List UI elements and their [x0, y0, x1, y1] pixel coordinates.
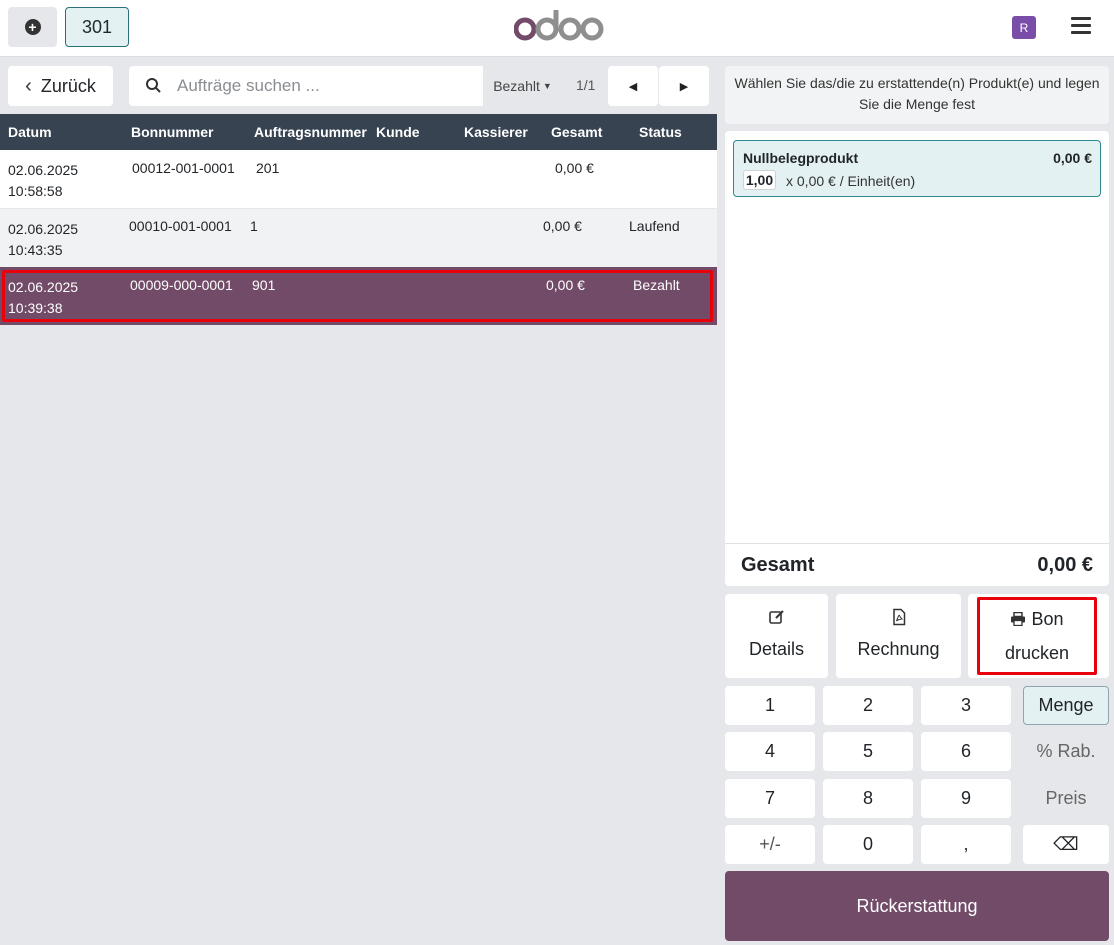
back-label: Zurück [40, 75, 96, 96]
selected-row-highlight [2, 270, 713, 322]
row-total: 0,00 € [555, 160, 594, 176]
numpad-key-0[interactable]: 0 [823, 825, 913, 864]
row-status: Laufend [629, 218, 680, 234]
table-row[interactable]: 02.06.2025 10:58:58 00012-001-0001 201 0,… [0, 150, 717, 208]
numpad-key-9[interactable]: 9 [921, 779, 1011, 818]
orders-table-header: Datum Bonnummer Auftragsnummer Kunde Kas… [0, 114, 717, 150]
details-button[interactable]: Details [725, 594, 828, 678]
filter-label: Bezahlt [493, 78, 540, 94]
details-label: Details [748, 639, 805, 659]
prev-page-button[interactable]: ◀ [608, 66, 658, 106]
row-order: 1 [250, 218, 258, 234]
numpad-key-8[interactable]: 8 [823, 779, 913, 818]
new-order-button[interactable]: + [8, 7, 57, 47]
row-receipt: 00010-001-0001 [129, 218, 232, 234]
numpad-key-2[interactable]: 2 [823, 686, 913, 725]
header-total: Gesamt [551, 124, 603, 140]
print-label-line2: drucken [1004, 643, 1070, 663]
invoice-label: Rechnung [857, 639, 940, 659]
odoo-logo [514, 10, 604, 41]
top-bar: + 301 R [0, 0, 1114, 57]
refund-order-panel: Nullbelegprodukt 0,00 € 1,00 x 0,00 € / … [725, 131, 1109, 586]
line-quantity: 1,00 [743, 170, 776, 190]
row-datetime: 02.06.2025 10:58:58 [8, 162, 79, 199]
total-label: Gesamt [741, 554, 815, 576]
refund-button[interactable]: Rückerstattung [725, 871, 1109, 941]
header-date: Datum [8, 124, 52, 140]
next-page-button[interactable]: ▶ [659, 66, 709, 106]
total-row: Gesamt 0,00 € [725, 543, 1109, 586]
print-icon [1011, 611, 1026, 627]
print-label-line1: Bon [1031, 609, 1064, 629]
back-button[interactable]: ‹ Zurück [8, 66, 113, 106]
mode-quantity-button[interactable]: Menge [1023, 686, 1109, 725]
refund-instructions: Wählen Sie das/die zu erstattende(n) Pro… [725, 66, 1109, 124]
plus-icon: + [24, 19, 41, 35]
mode-discount-button[interactable]: % Rab. [1023, 732, 1109, 771]
pdf-file-icon [892, 608, 905, 626]
header-receipt: Bonnummer [131, 124, 214, 140]
total-value: 0,00 € [1037, 554, 1093, 576]
chevron-left-icon: ‹ [25, 74, 32, 97]
caret-down-icon: ▼ [542, 81, 552, 91]
header-status: Status [639, 124, 682, 140]
pager-text: 1/1 [576, 77, 596, 93]
numpad-key-plus-minus[interactable]: +/- [725, 825, 815, 864]
invoice-button[interactable]: Rechnung [836, 594, 961, 678]
backspace-icon[interactable]: ⌫ [1023, 825, 1109, 864]
line-unit-price: x 0,00 € / Einheit(en) [786, 173, 916, 189]
numpad-key-comma[interactable]: , [921, 825, 1011, 864]
numpad-key-4[interactable]: 4 [725, 732, 815, 771]
order-tab-button[interactable]: 301 [65, 7, 129, 47]
user-avatar[interactable]: R [1012, 16, 1036, 39]
order-line[interactable]: Nullbelegprodukt 0,00 € 1,00 x 0,00 € / … [733, 140, 1101, 197]
row-receipt: 00012-001-0001 [132, 160, 235, 176]
menu-icon[interactable] [1071, 17, 1091, 35]
print-receipt-button[interactable]: Bon drucken [977, 597, 1097, 675]
status-filter-dropdown[interactable]: Bezahlt ▼ [483, 66, 562, 106]
row-datetime: 02.06.2025 10:43:35 [8, 221, 79, 258]
line-price: 0,00 € [1053, 150, 1092, 166]
header-order: Auftragsnummer [254, 124, 367, 140]
numpad-key-6[interactable]: 6 [921, 732, 1011, 771]
caret-right-icon: ▶ [679, 80, 689, 93]
table-row[interactable]: 02.06.2025 10:43:35 00010-001-0001 1 0,00… [0, 209, 717, 267]
row-total: 0,00 € [543, 218, 582, 234]
line-product-name: Nullbelegprodukt [743, 150, 859, 166]
edit-icon [768, 610, 784, 624]
header-customer: Kunde [376, 124, 420, 140]
caret-left-icon: ◀ [628, 80, 638, 93]
row-order: 201 [256, 160, 280, 176]
numpad-key-3[interactable]: 3 [921, 686, 1011, 725]
mode-price-button[interactable]: Preis [1023, 779, 1109, 818]
header-cashier: Kassierer [464, 124, 528, 140]
numpad-key-5[interactable]: 5 [823, 732, 913, 771]
search-icon [146, 78, 161, 93]
numpad-key-7[interactable]: 7 [725, 779, 815, 818]
numpad-key-1[interactable]: 1 [725, 686, 815, 725]
search-input[interactable] [177, 76, 477, 96]
